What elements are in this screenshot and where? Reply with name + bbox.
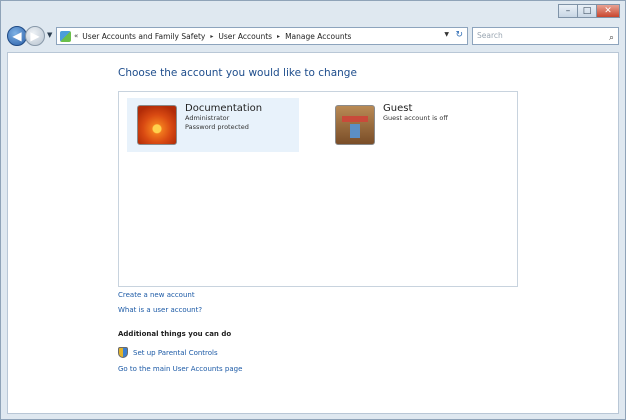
account-name: Documentation — [185, 103, 263, 114]
close-icon: ✕ — [604, 6, 612, 16]
navigation-bar: ◀ ▶ ▼ « User Accounts and Family Safety … — [7, 26, 619, 48]
back-button[interactable]: ◀ — [7, 26, 27, 46]
breadcrumb-separator[interactable]: ▸ — [210, 33, 213, 40]
main-user-accounts-link[interactable]: Go to the main User Accounts page — [118, 365, 242, 373]
maximize-button[interactable]: □ — [577, 4, 597, 18]
chest-icon — [335, 105, 375, 145]
page-title: Choose the account you would like to cha… — [118, 67, 357, 79]
address-dropdown-icon[interactable]: ▼ — [444, 31, 449, 38]
control-panel-icon — [60, 30, 71, 42]
breadcrumb-separator[interactable]: ▸ — [277, 33, 280, 40]
accounts-panel: Documentation Administrator Password pro… — [118, 91, 518, 287]
breadcrumb-user-accounts-family-safety[interactable]: User Accounts and Family Safety — [82, 32, 205, 41]
what-is-account-link[interactable]: What is a user account? — [118, 306, 202, 314]
search-input[interactable]: Search ⌕ — [472, 27, 619, 45]
forward-button[interactable]: ▶ — [25, 26, 45, 46]
flower-icon — [137, 105, 177, 145]
address-bar[interactable]: « User Accounts and Family Safety ▸ User… — [56, 27, 468, 45]
minimize-icon: – — [565, 6, 571, 16]
account-name: Guest — [383, 103, 413, 114]
maximize-icon: □ — [582, 6, 592, 16]
back-arrow-icon: ◀ — [12, 29, 22, 43]
recent-pages-dropdown[interactable]: ▼ — [47, 31, 52, 39]
search-placeholder: Search — [477, 31, 503, 40]
window: – □ ✕ ◀ ▶ ▼ « User Accounts and Family S… — [0, 0, 626, 420]
caption-buttons: – □ ✕ — [558, 4, 620, 18]
parental-controls-link[interactable]: Set up Parental Controls — [133, 349, 218, 357]
account-type: Administrator — [185, 114, 230, 122]
search-icon[interactable]: ⌕ — [609, 30, 614, 46]
additional-things-heading: Additional things you can do — [118, 330, 232, 338]
account-tile-documentation[interactable]: Documentation Administrator Password pro… — [127, 98, 299, 152]
forward-arrow-icon: ▶ — [30, 29, 40, 43]
breadcrumb-manage-accounts[interactable]: Manage Accounts — [285, 32, 351, 41]
refresh-icon[interactable]: ↻ — [455, 30, 463, 40]
shield-icon — [118, 347, 128, 358]
account-status: Guest account is off — [383, 114, 448, 122]
breadcrumb-user-accounts[interactable]: User Accounts — [218, 32, 272, 41]
main-content: Choose the account you would like to cha… — [7, 52, 619, 414]
account-tile-guest[interactable]: Guest Guest account is off — [325, 98, 497, 152]
breadcrumb-overflow[interactable]: « — [74, 32, 78, 40]
account-status: Password protected — [185, 123, 249, 131]
create-account-link[interactable]: Create a new account — [118, 291, 195, 299]
minimize-button[interactable]: – — [558, 4, 578, 18]
close-button[interactable]: ✕ — [596, 4, 620, 18]
